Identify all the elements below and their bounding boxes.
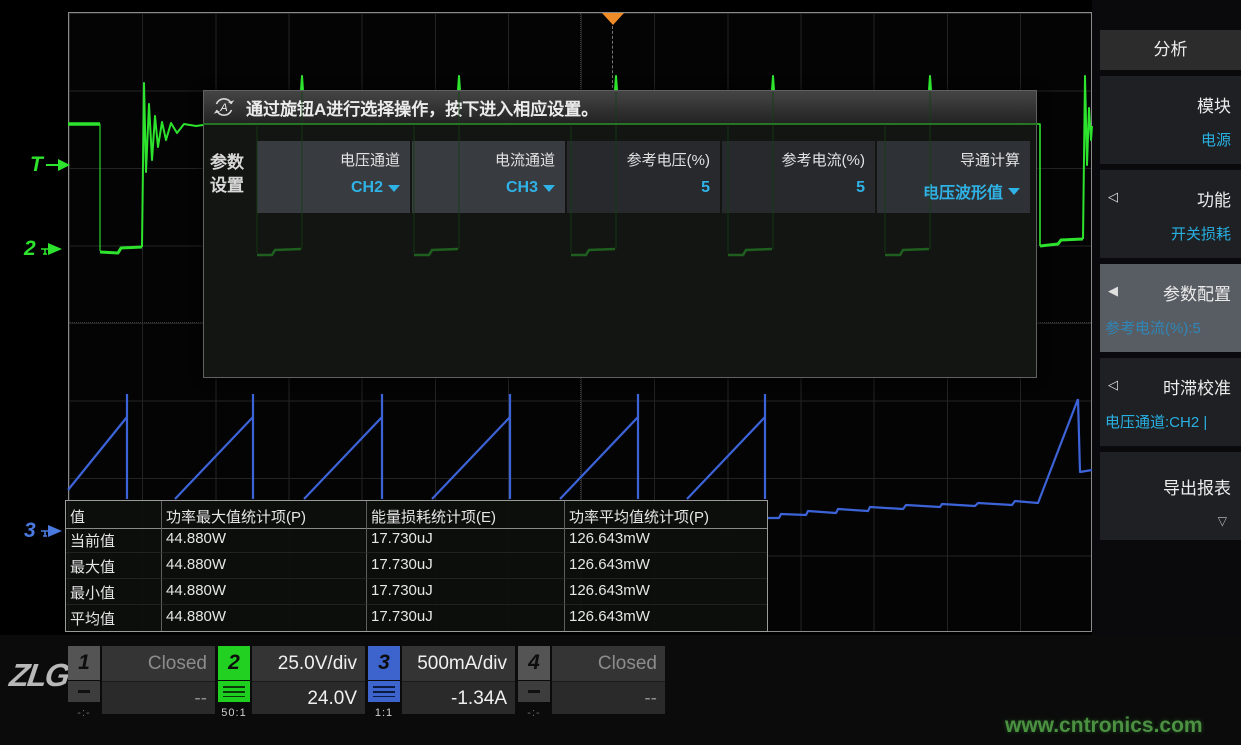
dialog-header: A 通过旋钮A进行选择操作，按下进入相应设置。 (204, 91, 1036, 124)
param-ref-voltage[interactable]: 参考电压(%) 5 (567, 141, 720, 213)
channel-1-block[interactable]: 1 -:- Closed -- (68, 646, 215, 734)
meas-row-label: 最大值 (66, 553, 162, 579)
meas-cell: 17.730uJ (367, 553, 565, 579)
meas-cell: 44.880W (162, 553, 367, 579)
channel-1-probe-ratio: -:- (68, 702, 100, 720)
menu-item-function[interactable]: ◁ 功能 开关损耗 (1100, 170, 1241, 258)
parameter-row: 参数 设置 电压通道 CH2 电流通道 CH3 参考电压(%) 5 参考电流(%… (210, 141, 1030, 213)
parameter-settings-dialog: A 通过旋钮A进行选择操作，按下进入相应设置。 参数 设置 电压通道 CH2 电… (203, 90, 1037, 378)
meas-cell: 44.880W (162, 579, 367, 605)
svg-text:A: A (219, 102, 227, 114)
meas-cell: 17.730uJ (367, 605, 565, 631)
channel-1-coupling-icon (68, 681, 100, 702)
channel-3-probe-ratio: 1:1 (368, 702, 400, 720)
channel-3-offset-marker[interactable]: 3 (24, 519, 66, 543)
param-conduction-calc[interactable]: 导通计算 电压波形值 (877, 141, 1030, 213)
meas-header: 功率最大值统计项(P) (162, 501, 367, 529)
channel-3-coupling-icon (368, 681, 400, 702)
channel-2-coupling-icon (218, 681, 250, 702)
menu-item-module[interactable]: 模块 电源 (1100, 76, 1241, 164)
trigger-position-line (612, 26, 613, 88)
channel-2-probe-ratio: 50:1 (218, 702, 250, 720)
dropdown-icon (543, 185, 555, 192)
menu-item-export-report[interactable]: 导出报表 ▽ (1100, 452, 1241, 540)
param-ref-current[interactable]: 参考电流(%) 5 (722, 141, 875, 213)
meas-cell: 126.643mW (565, 579, 767, 605)
channel-2-marker-label: 2 (24, 237, 36, 261)
meas-row-label: 平均值 (66, 605, 162, 631)
param-current-channel[interactable]: 电流通道 CH3 (412, 141, 565, 213)
channel-3-block[interactable]: 3 1:1 500mA/div -1.34A (368, 646, 515, 734)
trigger-position-marker[interactable] (602, 13, 624, 25)
solid-left-triangle-icon: ◀ (1108, 283, 1118, 299)
meas-cell: 44.880W (162, 605, 367, 631)
channel-4-probe-ratio: -:- (518, 702, 550, 720)
meas-row-label: 当前值 (66, 527, 162, 553)
menu-item-deskew[interactable]: ◁ 时滞校准 电压通道:CH2 | (1100, 358, 1241, 446)
down-chevron-icon: ▽ (1218, 514, 1227, 528)
channel-4-coupling-icon (518, 681, 550, 702)
channel-3-offset: -1.34A (402, 681, 515, 714)
meas-header: 功率平均值统计项(P) (565, 501, 767, 529)
right-arrow-ground-icon (38, 523, 66, 539)
channel-4-badge[interactable]: 4 (518, 646, 550, 680)
channel-3-marker-label: 3 (24, 519, 36, 543)
meas-header: 值 (66, 501, 162, 529)
channel-2-badge[interactable]: 2 (218, 646, 250, 680)
menu-sidebar: 分析 模块 电源 ◁ 功能 开关损耗 ◀ 参数配置 参考电流(%):5 ◁ 时滞… (1092, 0, 1241, 745)
watermark: www.cntronics.com (1005, 714, 1203, 738)
meas-cell: 17.730uJ (367, 579, 565, 605)
menu-item-parameter-config[interactable]: ◀ 参数配置 参考电流(%):5 (1100, 264, 1241, 352)
dialog-message: 通过旋钮A进行选择操作，按下进入相应设置。 (246, 95, 598, 120)
channel-4-block[interactable]: 4 -:- Closed -- (518, 646, 665, 734)
right-arrow-icon (45, 158, 71, 172)
meas-cell: 126.643mW (565, 553, 767, 579)
channel-1-offset: -- (102, 681, 215, 714)
channel-1-badge[interactable]: 1 (68, 646, 100, 680)
dropdown-icon (1008, 188, 1020, 195)
channel-2-offset: 24.0V (252, 681, 365, 714)
channel-1-scale: Closed (102, 646, 215, 681)
channel-4-offset: -- (552, 681, 665, 714)
channel-3-badge[interactable]: 3 (368, 646, 400, 680)
meas-row-label: 最小值 (66, 579, 162, 605)
measurement-table: 值 功率最大值统计项(P) 能量损耗统计项(E) 功率平均值统计项(P) 当前值… (65, 500, 768, 632)
parameter-panel-label: 参数 设置 (210, 141, 257, 213)
meas-cell: 126.643mW (565, 605, 767, 631)
channel-2-scale: 25.0V/div (252, 646, 365, 681)
channel-3-scale: 500mA/div (402, 646, 515, 681)
right-arrow-ground-icon (38, 241, 66, 257)
channel-2-block[interactable]: 2 50:1 25.0V/div 24.0V (218, 646, 365, 734)
trigger-marker-label: T (30, 153, 43, 177)
meas-cell: 17.730uJ (367, 527, 565, 553)
channel-2-offset-marker[interactable]: 2 (24, 237, 66, 261)
hollow-left-triangle-icon: ◁ (1108, 189, 1118, 205)
dropdown-icon (388, 185, 400, 192)
channel-4-scale: Closed (552, 646, 665, 681)
meas-cell: 44.880W (162, 527, 367, 553)
oscilloscope-screen: T 2 3 A (0, 0, 1241, 745)
param-voltage-channel[interactable]: 电压通道 CH2 (257, 141, 410, 213)
hollow-left-triangle-icon: ◁ (1108, 377, 1118, 393)
meas-header: 能量损耗统计项(E) (367, 501, 565, 529)
menu-title: 分析 (1100, 30, 1241, 70)
knob-a-icon: A (212, 95, 236, 119)
trigger-level-marker[interactable]: T (30, 153, 71, 177)
meas-cell: 126.643mW (565, 527, 767, 553)
